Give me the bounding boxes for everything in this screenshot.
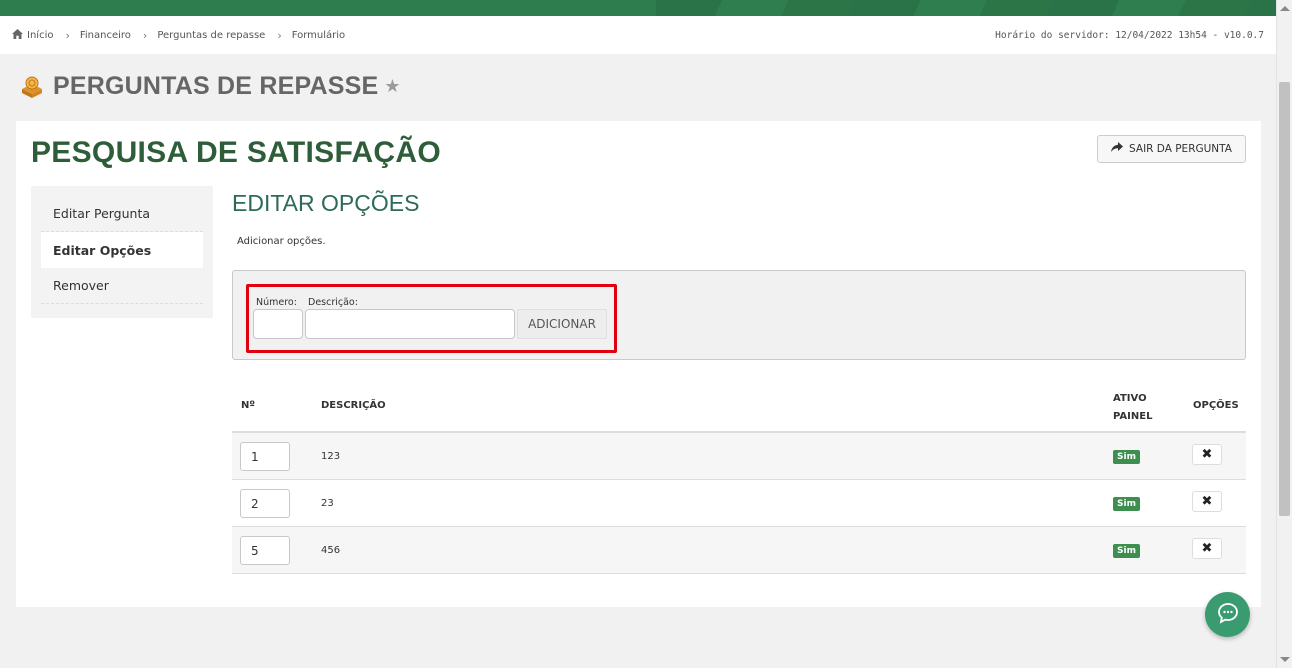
share-icon xyxy=(1111,142,1124,156)
page-scrollbar[interactable] xyxy=(1276,0,1292,668)
column-header-num: Nº xyxy=(241,400,256,411)
page-title: PERGUNTAS DE REPASSE xyxy=(53,72,379,100)
status-badge: Sim xyxy=(1113,497,1140,511)
options-table: Nº DESCRIÇÃO ATIVO PAINEL OPÇÕES 1 123 S… xyxy=(232,377,1246,574)
chevron-right-icon: › xyxy=(142,28,148,42)
section-title: EDITAR OPÇÕES xyxy=(232,190,420,216)
column-header-descricao: DESCRIÇÃO xyxy=(321,400,386,411)
breadcrumb-item-perguntas[interactable]: Perguntas de repasse xyxy=(157,30,265,41)
exit-question-label: SAIR DA PERGUNTA xyxy=(1129,143,1232,155)
top-brand-strip xyxy=(0,0,1276,16)
row-number-input[interactable]: 2 xyxy=(240,489,290,518)
column-header-ativo-painel: ATIVO PAINEL xyxy=(1113,390,1152,426)
sidenav-item-editar-pergunta[interactable]: Editar Pergunta xyxy=(41,196,203,232)
description-label: Descrição: xyxy=(308,297,358,308)
page-header: PERGUNTAS DE REPASSE ★ xyxy=(20,72,401,101)
add-button[interactable]: ADICIONAR xyxy=(517,309,607,339)
number-input[interactable] xyxy=(253,309,303,339)
delete-button[interactable]: ✖ xyxy=(1192,491,1222,512)
row-number-input[interactable]: 1 xyxy=(240,442,290,471)
money-box-icon xyxy=(20,75,44,99)
number-label: Número: xyxy=(256,297,297,308)
table-row: 1 123 Sim ✖ xyxy=(232,433,1246,480)
home-icon xyxy=(12,28,23,42)
close-icon: ✖ xyxy=(1201,447,1213,462)
add-option-panel: Número: Descrição: ADICIONAR xyxy=(232,270,1246,360)
close-icon: ✖ xyxy=(1201,494,1213,509)
delete-button[interactable]: ✖ xyxy=(1192,538,1222,559)
star-icon[interactable]: ★ xyxy=(384,76,400,97)
breadcrumb-item-financeiro[interactable]: Financeiro xyxy=(80,30,131,41)
sidenav-item-remover[interactable]: Remover xyxy=(41,268,203,304)
add-option-form: Número: Descrição: ADICIONAR xyxy=(246,284,617,353)
main-card: PESQUISA DE SATISFAÇÃO SAIR DA PERGUNTA … xyxy=(16,121,1261,607)
card-title: PESQUISA DE SATISFAÇÃO xyxy=(31,136,441,169)
row-number-input[interactable]: 5 xyxy=(240,536,290,565)
row-description: 123 xyxy=(321,451,341,462)
status-badge: Sim xyxy=(1113,544,1140,558)
row-description: 23 xyxy=(321,498,334,509)
chat-icon xyxy=(1217,602,1239,628)
chevron-right-icon: › xyxy=(65,28,70,42)
scrollbar-thumb[interactable] xyxy=(1279,82,1290,516)
status-badge: Sim xyxy=(1113,450,1140,464)
chat-button[interactable] xyxy=(1205,592,1250,637)
server-time: Horário do servidor: 12/04/2022 13h54 - … xyxy=(995,29,1264,41)
delete-button[interactable]: ✖ xyxy=(1192,444,1222,465)
chevron-right-icon: › xyxy=(277,28,282,42)
table-header: Nº DESCRIÇÃO ATIVO PAINEL OPÇÕES xyxy=(232,377,1246,433)
column-header-ativo: ATIVO xyxy=(1113,393,1147,404)
breadcrumb-bar: Início › Financeiro › Perguntas de repas… xyxy=(0,16,1276,54)
description-input[interactable] xyxy=(305,309,515,339)
breadcrumb-item-inicio[interactable]: Início xyxy=(27,30,53,41)
scroll-down-icon[interactable] xyxy=(1280,657,1290,662)
section-description: Adicionar opções. xyxy=(237,236,326,247)
close-icon: ✖ xyxy=(1201,541,1213,556)
column-header-painel: PAINEL xyxy=(1113,411,1153,422)
sidenav-item-editar-opcoes[interactable]: Editar Opções xyxy=(41,232,203,268)
breadcrumb-item-formulario: Formulário xyxy=(291,29,346,41)
side-nav: Editar Pergunta Editar Opções Remover xyxy=(31,186,213,318)
column-header-opcoes: OPÇÕES xyxy=(1193,400,1239,411)
exit-question-button[interactable]: SAIR DA PERGUNTA xyxy=(1097,135,1246,163)
row-description: 456 xyxy=(321,545,341,556)
table-row: 5 456 Sim ✖ xyxy=(232,527,1246,574)
table-row: 2 23 Sim ✖ xyxy=(232,480,1246,527)
scroll-up-icon[interactable] xyxy=(1280,6,1290,11)
breadcrumb: Início › Financeiro › Perguntas de repas… xyxy=(12,28,346,42)
